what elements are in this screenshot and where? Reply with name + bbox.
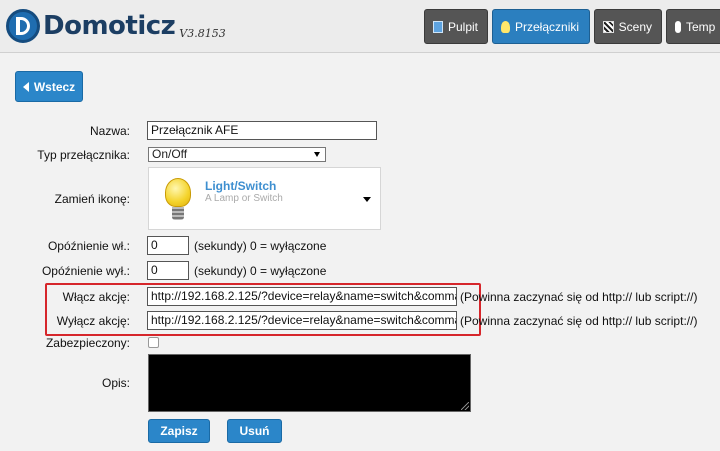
chevron-down-icon (363, 197, 371, 202)
top-header: Domoticz V3.8153 Pulpit Przełączniki Sce… (0, 0, 720, 53)
nav-scenes-button[interactable]: Sceny (594, 9, 662, 44)
on-action-label: Włącz akcję: (62, 290, 130, 304)
chevron-down-icon (314, 152, 320, 157)
app-logo[interactable]: Domoticz V3.8153 (6, 6, 226, 46)
nav-pulpit-button[interactable]: Pulpit (424, 9, 488, 44)
protected-checkbox[interactable] (148, 337, 159, 348)
delay-off-input[interactable]: 0 (147, 261, 189, 280)
switch-type-value: On/Off (152, 147, 188, 161)
icon-subtitle: A Lamp or Switch (205, 193, 283, 204)
bulb-icon (501, 20, 510, 33)
description-label: Opis: (101, 376, 130, 390)
off-action-input[interactable]: http://192.168.2.125/?device=relay&name=… (147, 311, 457, 330)
delay-on-input[interactable]: 0 (147, 236, 189, 255)
delay-off-note: (sekundy) 0 = wyłączone (194, 264, 327, 278)
thermometer-icon (675, 20, 681, 33)
icon-label: Zamień ikonę: (54, 192, 130, 206)
chevron-left-icon (22, 81, 29, 92)
app-version: V3.8153 (179, 26, 226, 40)
resize-grip-icon[interactable] (461, 402, 469, 410)
app-name: Domoticz (43, 11, 176, 41)
on-action-note: (Powinna zaczynać się od http:// lub scr… (460, 290, 698, 304)
nav-switches-button[interactable]: Przełączniki (492, 9, 590, 44)
save-button[interactable]: Zapisz (148, 419, 210, 443)
switch-type-label: Typ przełącznika: (37, 148, 130, 162)
on-action-input[interactable]: http://192.168.2.125/?device=relay&name=… (147, 287, 457, 306)
name-label: Nazwa: (89, 124, 130, 138)
light-bulb-icon (165, 178, 193, 224)
description-textarea[interactable] (148, 354, 471, 412)
protected-label: Zabezpieczony: (45, 336, 130, 350)
switch-type-select[interactable]: On/Off (148, 147, 326, 162)
nav-label: Przełączniki (515, 19, 580, 34)
nav-temp-button[interactable]: Temp (666, 9, 720, 44)
domoticz-logo-icon (6, 9, 40, 43)
nav-label: Temp (686, 19, 716, 34)
nav-label: Pulpit (447, 19, 478, 34)
delete-button[interactable]: Usuń (227, 419, 282, 443)
nav-label: Sceny (618, 19, 652, 34)
icon-title: Light/Switch (205, 179, 277, 193)
back-button[interactable]: Wstecz (15, 71, 83, 102)
delay-on-note: (sekundy) 0 = wyłączone (194, 239, 327, 253)
off-action-label: Wyłącz akcję: (56, 314, 130, 328)
delay-off-label: Opóźnienie wył.: (41, 264, 130, 278)
clapperboard-icon (603, 20, 614, 33)
off-action-note: (Powinna zaczynać się od http:// lub scr… (460, 314, 698, 328)
name-input[interactable]: Przełącznik AFE (147, 121, 377, 140)
icon-picker[interactable]: Light/Switch A Lamp or Switch (148, 167, 381, 230)
back-label: Wstecz (33, 79, 76, 94)
monitor-icon (433, 20, 443, 33)
delay-on-label: Opóźnienie wł.: (47, 239, 130, 253)
